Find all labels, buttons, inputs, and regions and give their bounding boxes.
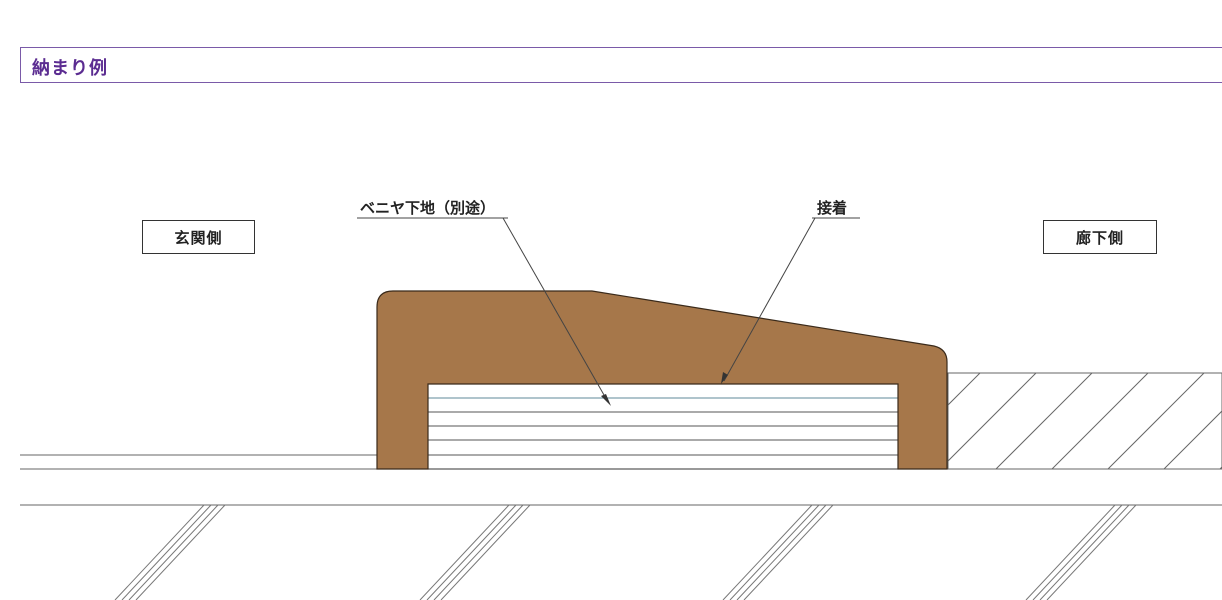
corridor-side-label: 廊下側	[1043, 220, 1157, 254]
callout-veneer-substrate: ベニヤ下地（別途）	[360, 199, 496, 217]
veneer-substrate	[427, 383, 899, 470]
subfloor-hatch	[114, 504, 1137, 600]
entrance-side-label: 玄関側	[142, 220, 255, 254]
callout-adhesive: 接着	[817, 199, 848, 217]
cross-section-drawing	[20, 217, 1222, 600]
